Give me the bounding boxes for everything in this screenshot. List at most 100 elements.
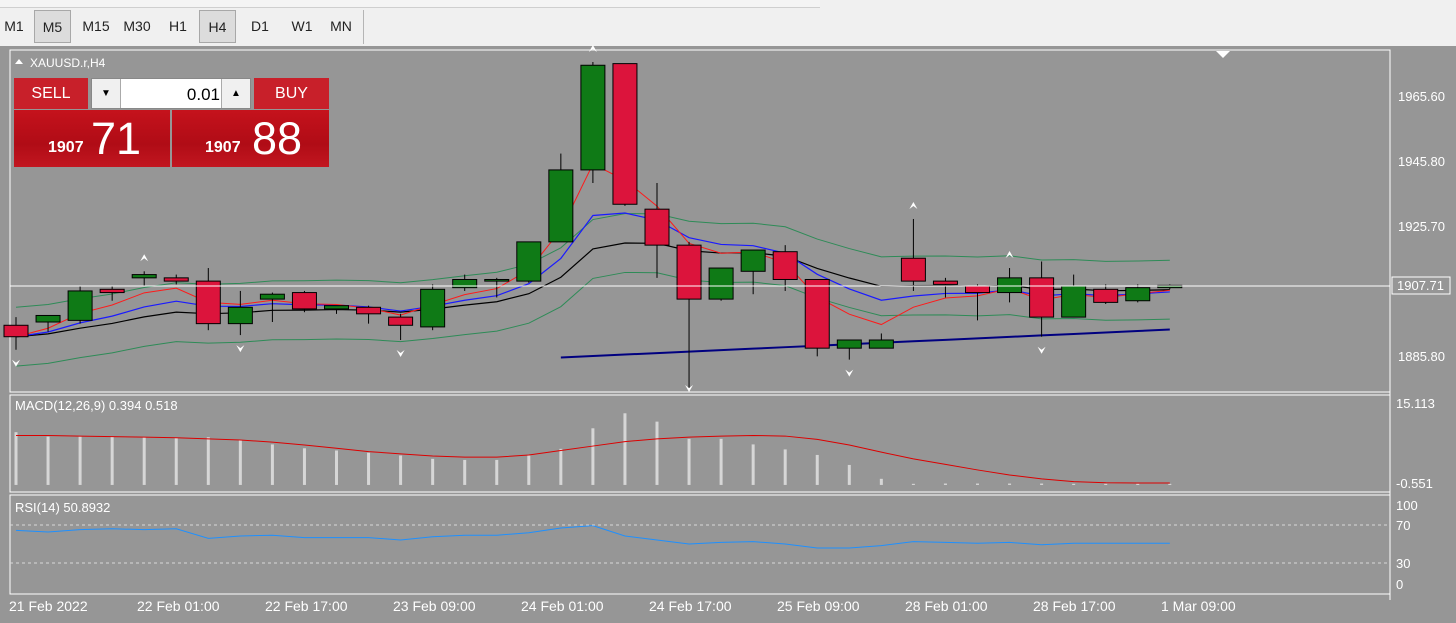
sell-button[interactable]: SELL xyxy=(14,78,88,109)
fractal-down-arrow xyxy=(396,349,405,357)
fractal-up-arrow xyxy=(588,44,597,52)
macd-histogram xyxy=(14,413,1172,485)
rsi-pane-border xyxy=(9,494,1391,595)
rsi-tick: 70 xyxy=(1396,518,1410,533)
bid-price-major: 1907 xyxy=(48,139,84,156)
price-tick: 1965.60 xyxy=(1398,89,1445,104)
candle-body xyxy=(259,293,285,300)
bid-price-button[interactable]: 1907 71 xyxy=(14,110,170,167)
candle-body xyxy=(388,316,414,326)
candle-body xyxy=(420,288,446,328)
macd-bar xyxy=(719,438,723,485)
fractal-up-arrow xyxy=(909,201,918,209)
macd-bar xyxy=(431,458,435,485)
symbol-label: XAUUSD.r,H4 xyxy=(30,56,106,70)
macd-bar xyxy=(783,449,787,485)
ask-price-major: 1907 xyxy=(205,139,241,156)
macd-label: MACD(12,26,9) 0.394 0.518 xyxy=(15,398,178,413)
macd-tick: 15.113 xyxy=(1396,396,1435,411)
candle-body xyxy=(644,208,670,246)
candle-body xyxy=(131,274,157,279)
candle-body xyxy=(484,278,510,282)
buy-button[interactable]: BUY xyxy=(254,78,329,109)
macd-bar xyxy=(1040,483,1044,485)
time-tick: 21 Feb 2022 xyxy=(9,598,88,614)
candle-body xyxy=(99,288,125,294)
ask-price-button[interactable]: 1907 88 xyxy=(172,110,329,167)
macd-bar xyxy=(174,437,178,485)
macd-bar xyxy=(976,483,979,485)
macd-bar xyxy=(751,444,755,485)
collapse-icon xyxy=(15,59,23,64)
macd-bar xyxy=(78,436,82,485)
fractal-up-arrow xyxy=(1005,251,1014,259)
macd-bar xyxy=(1168,483,1172,485)
candle-body xyxy=(195,280,221,325)
candle-body xyxy=(900,257,926,282)
lot-size-field[interactable]: ▼ ▲ xyxy=(91,78,251,109)
candle-body xyxy=(676,244,702,300)
time-tick: 24 Feb 01:00 xyxy=(521,598,604,614)
macd-bar xyxy=(463,459,467,485)
rsi-label: RSI(14) 50.8932 xyxy=(15,500,110,515)
macd-bar xyxy=(1008,483,1012,485)
candle-body xyxy=(548,169,574,243)
price-axis: 1965.60 1945.80 1925.70 1885.80 15.113 -… xyxy=(1396,89,1445,592)
ma-navy-line xyxy=(560,328,1170,359)
macd-bar xyxy=(270,444,274,485)
ask-price-pips: 88 xyxy=(252,113,303,164)
rsi-line xyxy=(15,525,1170,549)
envelope-lower-line xyxy=(15,271,1170,367)
candle-body xyxy=(1125,287,1151,302)
candle-body xyxy=(291,292,317,310)
candle-body xyxy=(163,277,189,282)
time-tick: 24 Feb 17:00 xyxy=(649,598,732,614)
candle-body xyxy=(227,306,253,325)
chart-shift-marker xyxy=(1216,51,1230,58)
candle-body xyxy=(516,241,542,282)
time-tick: 22 Feb 17:00 xyxy=(265,598,348,614)
time-axis: 21 Feb 2022 22 Feb 01:00 22 Feb 17:00 23… xyxy=(9,598,1236,614)
macd-bar xyxy=(879,478,883,485)
lot-increase-icon[interactable]: ▲ xyxy=(221,79,250,108)
macd-bar xyxy=(14,432,18,485)
macd-bar xyxy=(46,436,50,485)
indicator-lines xyxy=(15,163,1170,367)
candle-body xyxy=(836,339,862,349)
fractal-down-arrow xyxy=(1037,346,1046,354)
rsi-tick: 100 xyxy=(1396,498,1418,513)
time-tick: 22 Feb 01:00 xyxy=(137,598,220,614)
macd-bar xyxy=(238,439,242,485)
macd-bar xyxy=(495,459,499,485)
candle-body xyxy=(1061,285,1087,318)
rsi-line xyxy=(15,525,1170,549)
lot-size-input[interactable] xyxy=(122,81,222,108)
candle-body xyxy=(804,278,830,349)
envelope-upper-line xyxy=(15,213,1170,308)
bid-price-pips: 71 xyxy=(91,113,142,164)
ma-black-line xyxy=(15,242,1170,338)
candle-body xyxy=(580,64,606,171)
time-tick: 28 Feb 17:00 xyxy=(1033,598,1116,614)
rsi-tick: 30 xyxy=(1396,556,1410,571)
candle-body xyxy=(3,324,29,338)
candle-body xyxy=(1093,288,1119,303)
macd-bar xyxy=(591,428,595,485)
candle-body xyxy=(1029,277,1055,318)
rsi-tick: 0 xyxy=(1396,577,1403,592)
candle-body xyxy=(708,267,734,300)
candle-body xyxy=(772,251,798,280)
price-tick: 1925.70 xyxy=(1398,219,1445,234)
macd-pane-border xyxy=(9,394,1391,493)
macd-bar xyxy=(110,436,114,485)
candle-body xyxy=(740,249,766,272)
time-tick: 1 Mar 09:00 xyxy=(1161,598,1236,614)
macd-bar xyxy=(847,464,851,485)
price-tick: 1885.80 xyxy=(1398,349,1445,364)
macd-bar xyxy=(1104,483,1108,485)
ma-red-line xyxy=(15,163,1170,338)
macd-bar xyxy=(943,483,947,485)
fractal-down-arrow xyxy=(845,369,854,377)
macd-bar xyxy=(1072,483,1076,485)
lot-decrease-icon[interactable]: ▼ xyxy=(92,79,121,108)
